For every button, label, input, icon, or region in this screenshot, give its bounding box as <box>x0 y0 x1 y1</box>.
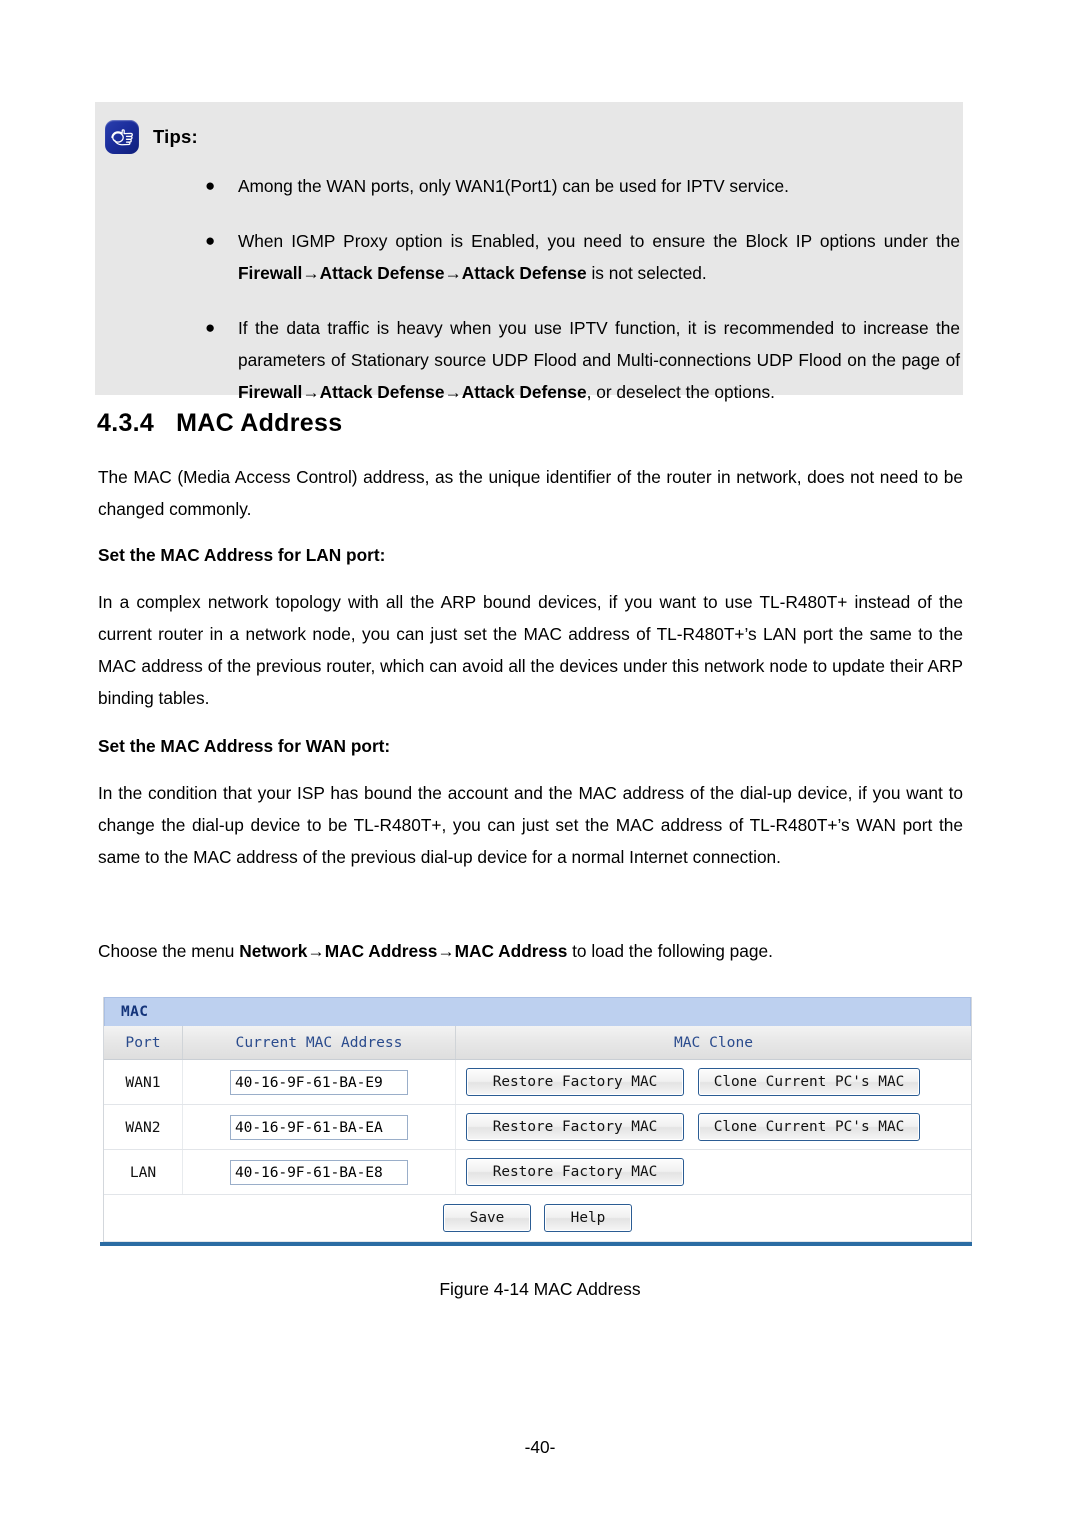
choose-menu-text-tail: to load the following page. <box>567 941 773 961</box>
column-header-current-mac-address: Current MAC Address <box>182 1026 456 1060</box>
row-port-label: WAN1 <box>104 1059 183 1105</box>
section-number: 4.3.4 <box>97 409 155 437</box>
tips-item-bold: Firewall→Attack Defense→Attack Defense <box>238 382 587 402</box>
mac-address-input-lan[interactable] <box>230 1159 408 1185</box>
table-row: WAN1 Restore Factory MAC Clone Current P… <box>104 1059 971 1105</box>
section-heading: 4.3.4 MAC Address <box>97 409 342 438</box>
mac-panel-titlebar: MAC <box>104 997 971 1026</box>
clone-current-pc-mac-button-wan2[interactable]: Clone Current PC's MAC <box>698 1113 920 1141</box>
mac-address-input-wan1[interactable] <box>230 1069 408 1095</box>
lan-paragraph: In a complex network topology with all t… <box>98 592 963 708</box>
section-title: MAC Address <box>176 409 343 437</box>
row-mac-cell <box>182 1149 456 1195</box>
tips-item-bold: Firewall→Attack Defense→Attack Defense <box>238 263 587 283</box>
tips-callout-box: Tips: ● Among the WAN ports, only WAN1(Po… <box>95 102 963 402</box>
bullet-icon: ● <box>205 231 216 250</box>
row-clone-cell: Restore Factory MAC Clone Current PC's M… <box>455 1059 971 1105</box>
tips-item-text: When IGMP Proxy option is Enabled, you n… <box>238 231 960 251</box>
clone-current-pc-mac-button-wan1[interactable]: Clone Current PC's MAC <box>698 1068 920 1096</box>
tips-header: Tips: <box>105 120 198 154</box>
bullet-icon: ● <box>205 176 216 195</box>
page-number: -40- <box>524 1437 556 1457</box>
tips-item-text: If the data traffic is heavy when you us… <box>238 318 960 370</box>
help-button[interactable]: Help <box>544 1204 632 1232</box>
wan-subheading: Set the MAC Address for WAN port: <box>98 736 391 756</box>
tips-item-text: Among the WAN ports, only WAN1(Port1) ca… <box>238 176 789 196</box>
row-mac-cell <box>182 1059 456 1105</box>
actions-cell: Save Help <box>104 1194 971 1242</box>
bullet-icon: ● <box>205 318 216 337</box>
restore-factory-mac-button-wan2[interactable]: Restore Factory MAC <box>466 1113 684 1141</box>
lan-subheading: Set the MAC Address for LAN port: <box>98 545 386 565</box>
table-header-row: Port Current MAC Address MAC Clone <box>104 1026 971 1060</box>
mac-address-input-wan2[interactable] <box>230 1114 408 1140</box>
tips-list-item: ● If the data traffic is heavy when you u… <box>95 312 963 408</box>
table-actions-row: Save Help <box>104 1194 971 1242</box>
tips-title: Tips: <box>153 126 198 147</box>
choose-menu-paragraph: Choose the menu Network→MAC Address→MAC … <box>98 935 963 967</box>
column-header-port: Port <box>104 1026 183 1060</box>
tips-item-text-tail: is not selected. <box>586 263 707 283</box>
wan-paragraph: In the condition that your ISP has bound… <box>98 783 963 867</box>
pointing-hand-icon <box>105 120 139 154</box>
horizontal-rule <box>100 1242 972 1246</box>
row-port-label: WAN2 <box>104 1104 183 1150</box>
row-clone-cell: Restore Factory MAC Clone Current PC's M… <box>455 1104 971 1150</box>
intro-paragraph: The MAC (Media Access Control) address, … <box>98 467 963 519</box>
mac-address-table: Port Current MAC Address MAC Clone WAN1 … <box>104 1026 971 1242</box>
table-row: LAN Restore Factory MAC <box>104 1149 971 1195</box>
figure-caption: Figure 4-14 MAC Address <box>439 1279 641 1299</box>
mac-address-panel: MAC Port Current MAC Address MAC Clone W… <box>103 997 972 1243</box>
choose-menu-path: Network→MAC Address→MAC Address <box>239 941 568 961</box>
row-mac-cell <box>182 1104 456 1150</box>
restore-factory-mac-button-wan1[interactable]: Restore Factory MAC <box>466 1068 684 1096</box>
tips-item-text-tail: , or deselect the options. <box>586 382 775 402</box>
tips-list-item: ● Among the WAN ports, only WAN1(Port1) c… <box>95 170 963 202</box>
tips-list: ● Among the WAN ports, only WAN1(Port1) c… <box>95 170 963 408</box>
row-clone-cell: Restore Factory MAC <box>455 1149 971 1195</box>
restore-factory-mac-button-lan[interactable]: Restore Factory MAC <box>466 1158 684 1186</box>
choose-menu-text: Choose the menu <box>98 941 240 961</box>
save-button[interactable]: Save <box>443 1204 531 1232</box>
column-header-mac-clone: MAC Clone <box>455 1026 971 1060</box>
row-port-label: LAN <box>104 1149 183 1195</box>
table-row: WAN2 Restore Factory MAC Clone Current P… <box>104 1104 971 1150</box>
tips-list-item: ● When IGMP Proxy option is Enabled, you … <box>95 225 963 289</box>
